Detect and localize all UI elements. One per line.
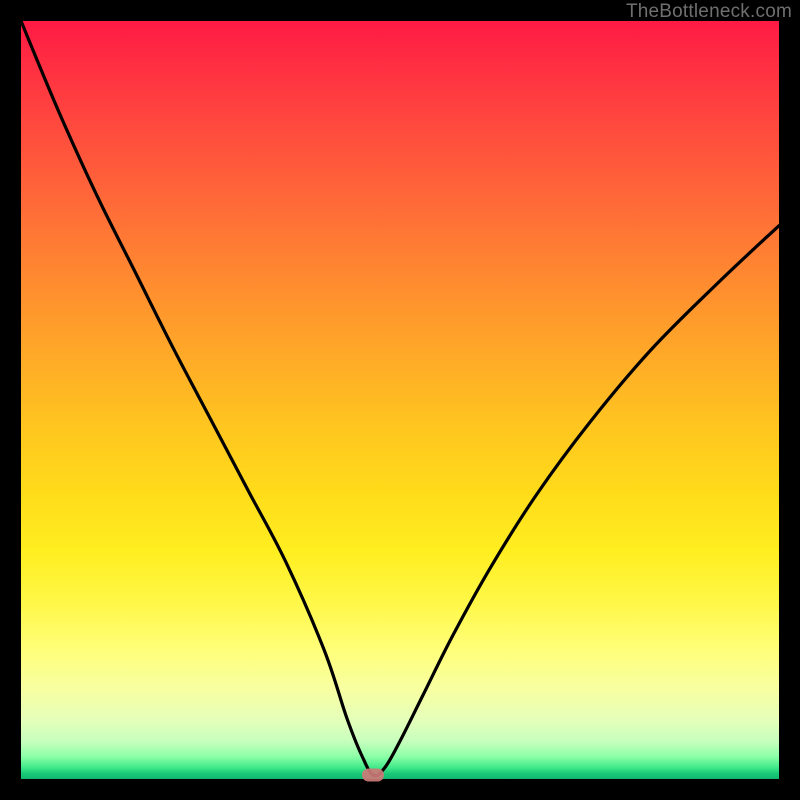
bottleneck-marker [362,769,384,782]
watermark-text: TheBottleneck.com [626,1,792,23]
plot-area [21,21,779,779]
bottleneck-curve [21,21,779,779]
chart-frame: TheBottleneck.com [0,0,800,800]
